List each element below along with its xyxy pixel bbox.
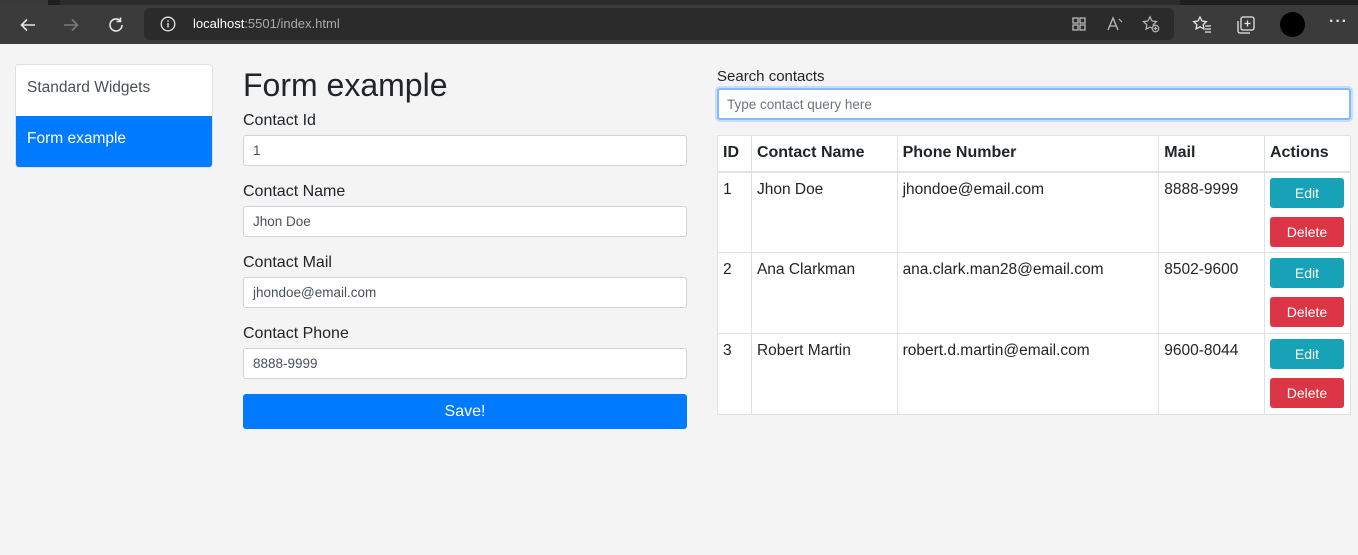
cell-mail: 8502-9600	[1158, 252, 1265, 334]
table-row: 2 Ana Clarkman ana.clark.man28@email.com…	[717, 252, 1352, 334]
contact-id-label: Contact Id	[243, 112, 316, 129]
cell-actions: Edit Delete	[1263, 252, 1352, 334]
contact-mail-label: Contact Mail	[243, 254, 332, 271]
header-phone-number: Phone Number	[896, 135, 1160, 173]
cell-id: 1	[717, 171, 752, 253]
cell-name: Jhon Doe	[750, 171, 898, 253]
arrow-left-icon	[20, 18, 35, 32]
header-contact-name: Contact Name	[750, 135, 898, 173]
search-section: Search contacts Type contact query here	[717, 66, 1351, 120]
back-button[interactable]	[14, 11, 42, 39]
favorites-icon	[1192, 15, 1211, 33]
edit-button[interactable]: Edit	[1269, 339, 1344, 369]
table-row: 1 Jhon Doe jhondoe@email.com 8888-9999 E…	[717, 171, 1352, 253]
search-label: Search contacts	[717, 68, 825, 85]
table-row: 3 Robert Martin robert.d.martin@email.co…	[717, 333, 1352, 415]
search-input[interactable]: Type contact query here	[717, 88, 1351, 120]
url-text[interactable]: localhost:5501/index.html	[193, 16, 340, 31]
cell-mail: 9600-8044	[1158, 333, 1265, 415]
collections-button[interactable]	[1232, 11, 1260, 39]
reload-button[interactable]	[102, 11, 130, 39]
contact-id-group: Contact Id 1	[243, 110, 687, 166]
cell-actions: Edit Delete	[1263, 171, 1352, 253]
read-aloud-icon[interactable]	[1106, 15, 1124, 33]
cell-name: Ana Clarkman	[750, 252, 898, 334]
contact-name-group: Contact Name Jhon Doe	[243, 181, 687, 237]
edit-button[interactable]: Edit	[1269, 177, 1344, 208]
refresh-icon	[109, 17, 123, 32]
contact-phone-label: Contact Phone	[243, 325, 349, 342]
contact-name-label: Contact Name	[243, 183, 346, 200]
contact-phone-group: Contact Phone 8888-9999	[243, 323, 687, 379]
delete-button[interactable]: Delete	[1269, 216, 1344, 247]
delete-button[interactable]: Delete	[1269, 297, 1344, 327]
collections-icon	[1237, 16, 1255, 34]
sidebar-item-form-example[interactable]: Form example	[16, 116, 212, 167]
header-id: ID	[717, 135, 752, 173]
profile-avatar[interactable]	[1280, 12, 1305, 37]
arrow-right-icon	[64, 18, 79, 32]
contacts-table: ID Contact Name Phone Number Mail Action…	[717, 135, 1352, 415]
browser-toolbar: localhost:5501/index.html ···	[0, 5, 1358, 44]
url-host: localhost	[193, 16, 245, 31]
table-header-row: ID Contact Name Phone Number Mail Action…	[717, 135, 1352, 173]
contact-mail-group: Contact Mail jhondoe@email.com	[243, 252, 687, 308]
contact-phone-input[interactable]: 8888-9999	[243, 348, 687, 379]
cell-phone: robert.d.martin@email.com	[896, 333, 1160, 415]
address-bar[interactable]: localhost:5501/index.html	[144, 8, 1174, 40]
delete-button[interactable]: Delete	[1269, 378, 1344, 408]
cell-phone: ana.clark.man28@email.com	[896, 252, 1160, 334]
edit-button[interactable]: Edit	[1269, 258, 1344, 288]
favorites-button[interactable]	[1188, 11, 1216, 39]
header-actions: Actions	[1263, 135, 1352, 173]
page-title: Form example	[243, 67, 448, 103]
cell-id: 2	[717, 252, 752, 334]
save-button[interactable]: Save!	[243, 394, 687, 429]
cell-id: 3	[717, 333, 752, 415]
apps-icon[interactable]	[1070, 15, 1088, 33]
sidebar-nav: Standard Widgets Form example	[15, 64, 213, 168]
more-menu-icon[interactable]: ···	[1329, 13, 1348, 31]
contact-mail-input[interactable]: jhondoe@email.com	[243, 277, 687, 308]
cell-actions: Edit Delete	[1263, 333, 1352, 415]
contact-id-input[interactable]: 1	[243, 135, 687, 166]
cell-name: Robert Martin	[750, 333, 898, 415]
cell-phone: jhondoe@email.com	[896, 171, 1160, 253]
sidebar-item-standard-widgets[interactable]: Standard Widgets	[16, 65, 212, 116]
contact-form: Form example Contact Id 1 Contact Name J…	[243, 64, 687, 429]
cell-mail: 8888-9999	[1158, 171, 1265, 253]
header-mail: Mail	[1158, 135, 1265, 173]
add-favorite-icon[interactable]	[1142, 15, 1160, 33]
info-icon[interactable]	[160, 16, 176, 32]
contact-name-input[interactable]: Jhon Doe	[243, 206, 687, 237]
forward-button[interactable]	[57, 11, 85, 39]
url-path: :5501/index.html	[244, 16, 340, 31]
